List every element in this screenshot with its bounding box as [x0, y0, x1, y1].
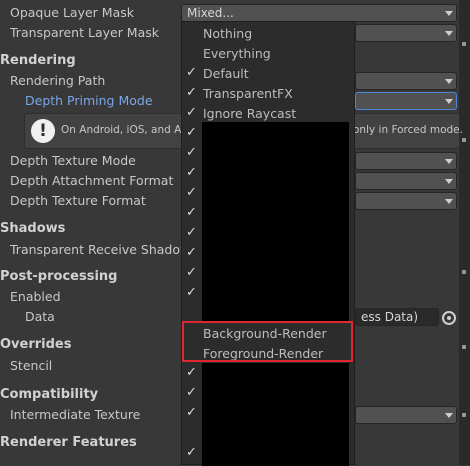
redaction-box — [202, 122, 349, 322]
layer-option-everything[interactable]: Everything — [182, 44, 354, 64]
checkmark-icon: ✓ — [186, 245, 197, 260]
checkmark-icon: ✓ — [186, 145, 197, 160]
chevron-down-icon — [445, 413, 453, 418]
redaction-box — [202, 363, 349, 466]
rendering-path-label: Rendering Path — [10, 73, 106, 88]
depth-attachment-format-dropdown[interactable] — [355, 172, 457, 190]
transparent-layer-mask-dropdown[interactable] — [355, 24, 457, 42]
warning-icon: ! — [31, 119, 55, 143]
chevron-down-icon — [445, 79, 453, 84]
shadows-header[interactable]: Shadows — [0, 221, 65, 236]
depth-texture-format-label: Depth Texture Format — [10, 193, 146, 208]
checkmark-icon: ✓ — [186, 225, 197, 240]
depth-priming-mode-label: Depth Priming Mode — [25, 93, 153, 108]
scroll-marker — [462, 138, 466, 142]
checkmark-icon: ✓ — [186, 65, 197, 80]
layer-option-label: TransparentFX — [203, 86, 293, 101]
opaque-layer-mask-value: Mixed... — [187, 6, 234, 20]
opaque-layer-mask-dropdown[interactable]: Mixed... — [181, 4, 457, 22]
scroll-marker — [462, 345, 466, 349]
compatibility-header[interactable]: Compatibility — [0, 387, 98, 402]
checkmark-icon: ✓ — [186, 445, 197, 460]
object-picker-icon[interactable] — [442, 311, 456, 325]
depth-texture-mode-dropdown[interactable] — [355, 152, 457, 170]
checkmark-icon: ✓ — [186, 365, 197, 380]
checkmark-icon: ✓ — [186, 205, 197, 220]
checkmark-icon: ✓ — [186, 165, 197, 180]
checkmark-icon: ✓ — [186, 85, 197, 100]
post-processing-data-value: ess Data) — [361, 310, 419, 324]
enabled-label: Enabled — [10, 289, 61, 304]
scroll-marker — [462, 270, 466, 274]
stencil-label: Stencil — [10, 358, 53, 373]
warning-text-right: only in Forced mode. — [353, 124, 463, 136]
chevron-down-icon — [445, 199, 453, 204]
overrides-header[interactable]: Overrides — [0, 337, 71, 352]
transparent-receive-shadows-label: Transparent Receive Shadows — [10, 242, 197, 257]
layer-mask-dropdown-menu: Nothing Everything ✓ Default ✓ Transpare… — [181, 21, 355, 466]
layer-option-default[interactable]: ✓ Default — [182, 64, 354, 84]
scroll-marker — [462, 42, 466, 46]
layer-option-label: Ignore Raycast — [203, 106, 297, 121]
intermediate-texture-dropdown[interactable] — [355, 406, 457, 424]
scroll-marker — [462, 413, 466, 417]
checkmark-icon: ✓ — [186, 185, 197, 200]
layer-option-label: Everything — [203, 46, 271, 61]
layer-option-ignore-raycast[interactable]: ✓ Ignore Raycast — [182, 104, 354, 124]
chevron-down-icon — [445, 11, 453, 16]
depth-attachment-format-label: Depth Attachment Format — [10, 173, 174, 188]
inspector-scrollbar[interactable] — [459, 0, 470, 465]
post-processing-data-field[interactable]: ess Data) — [355, 308, 439, 326]
rendering-path-dropdown[interactable] — [355, 72, 457, 90]
layer-option-label: Nothing — [203, 26, 253, 41]
opaque-layer-mask-label: Opaque Layer Mask — [10, 5, 134, 20]
depth-texture-mode-label: Depth Texture Mode — [10, 153, 136, 168]
checkmark-icon: ✓ — [186, 105, 197, 120]
post-processing-header[interactable]: Post-processing — [0, 269, 117, 284]
highlight-annotation — [182, 321, 353, 362]
rendering-header[interactable]: Rendering — [0, 53, 76, 68]
checkmark-icon: ✓ — [186, 405, 197, 420]
transparent-layer-mask-label: Transparent Layer Mask — [10, 25, 159, 40]
depth-texture-format-dropdown[interactable] — [355, 192, 457, 210]
layer-option-nothing[interactable]: Nothing — [182, 24, 354, 44]
warning-text-left: On Android, iOS, and App — [61, 124, 195, 136]
intermediate-texture-label: Intermediate Texture — [10, 407, 141, 422]
chevron-down-icon — [445, 159, 453, 164]
renderer-features-header[interactable]: Renderer Features — [0, 435, 137, 450]
checkmark-icon: ✓ — [186, 285, 197, 300]
chevron-down-icon — [445, 179, 453, 184]
chevron-down-icon — [445, 99, 453, 104]
layer-option-transparentfx[interactable]: ✓ TransparentFX — [182, 84, 354, 104]
checkmark-icon: ✓ — [186, 125, 197, 140]
chevron-down-icon — [445, 31, 453, 36]
checkmark-icon: ✓ — [186, 265, 197, 280]
checkmark-icon: ✓ — [186, 385, 197, 400]
layer-option-label: Default — [203, 66, 249, 81]
data-label: Data — [25, 309, 55, 324]
depth-priming-mode-dropdown[interactable] — [355, 92, 457, 110]
